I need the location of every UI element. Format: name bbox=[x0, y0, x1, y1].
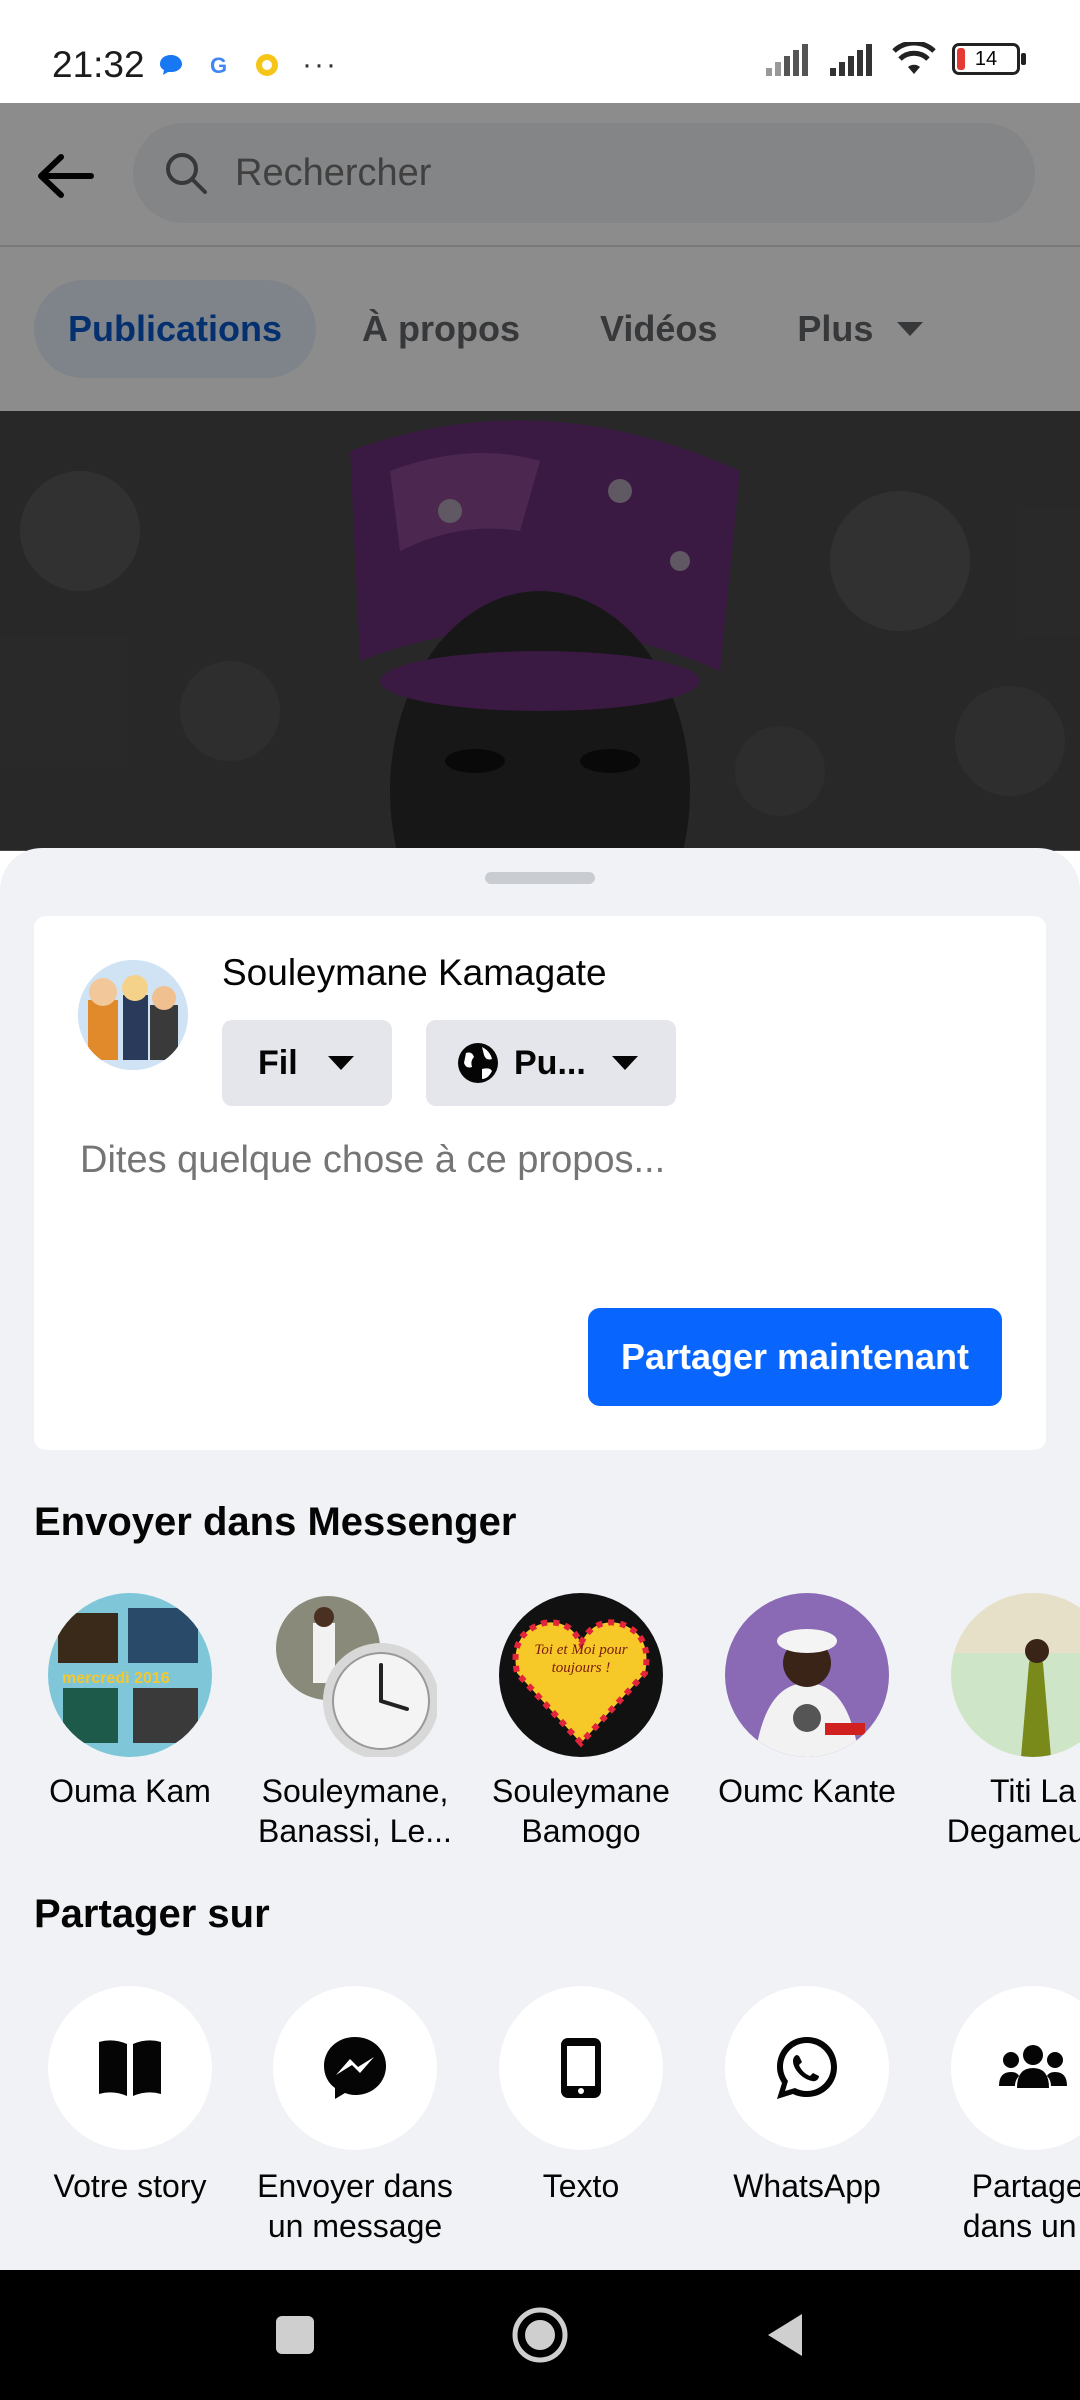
contact-name: Titi La Degameuse bbox=[923, 1771, 1080, 1851]
share-label: Texto bbox=[542, 2168, 620, 2204]
share-group[interactable]: Partager dans un g bbox=[913, 1986, 1080, 2246]
status-bar: 21:32 G ··· 14 bbox=[0, 0, 1080, 103]
home-button[interactable] bbox=[510, 2305, 570, 2365]
signal-icon bbox=[766, 44, 808, 76]
system-navigation-bar bbox=[0, 2270, 1080, 2400]
signal-icon bbox=[830, 44, 872, 76]
contact-item[interactable]: Souleymane, Banassi, Le... bbox=[245, 1593, 465, 1851]
share-composer: Souleymane Kamagate Fil Pu... Partager m… bbox=[34, 916, 1046, 1450]
messenger-bubble-icon bbox=[160, 55, 182, 75]
destination-selector[interactable]: Fil bbox=[222, 1020, 392, 1106]
share-targets-row: Votre story Envoyer dans un message Text… bbox=[0, 1986, 1080, 2246]
home-circle-icon bbox=[512, 2307, 568, 2363]
share-on-section-title: Partager sur bbox=[34, 1892, 270, 1936]
caret-down-icon bbox=[327, 1056, 354, 1070]
share-label: WhatsApp bbox=[733, 2168, 881, 2204]
contact-name: Oumc Kante bbox=[718, 1773, 896, 1809]
audience-label: Pu... bbox=[514, 1043, 586, 1082]
contact-item[interactable]: mercredi 2016 Ouma Kam bbox=[20, 1593, 240, 1811]
drag-handle[interactable] bbox=[485, 872, 595, 884]
whatsapp-icon bbox=[777, 2037, 837, 2099]
google-icon: G bbox=[210, 53, 227, 78]
contact-name-line1: Souleymane, bbox=[261, 1773, 449, 1809]
square-icon bbox=[276, 2316, 314, 2354]
share-label: Votre story bbox=[53, 2168, 207, 2204]
book-icon bbox=[99, 2040, 161, 2096]
messenger-contacts-row: mercredi 2016 Ouma Kam Souleymane, Banas… bbox=[0, 1593, 1080, 1853]
contact-avatar: Toi et Moi pour toujours ! bbox=[499, 1593, 663, 1757]
contact-avatar bbox=[951, 1593, 1080, 1757]
triangle-back-icon bbox=[768, 2314, 802, 2356]
status-time: 21:32 bbox=[52, 44, 145, 85]
user-name: Souleymane Kamagate bbox=[222, 952, 607, 993]
contact-name: Souleymane Bamogo bbox=[471, 1771, 691, 1851]
back-nav-button[interactable] bbox=[760, 2310, 810, 2360]
collage-text: mercredi 2016 bbox=[62, 1670, 170, 1687]
globe-icon bbox=[458, 1043, 498, 1083]
contact-name: Ouma Kam bbox=[49, 1773, 211, 1809]
group-avatar bbox=[273, 1593, 439, 1759]
dim-overlay[interactable] bbox=[0, 103, 1080, 850]
contact-name-line2: Degameuse bbox=[946, 1813, 1080, 1849]
battery-icon: 14 bbox=[952, 43, 1026, 75]
share-whatsapp[interactable]: WhatsApp bbox=[687, 1986, 927, 2206]
share-messenger-message[interactable]: Envoyer dans un message bbox=[235, 1986, 475, 2246]
share-story[interactable]: Votre story bbox=[10, 1986, 250, 2206]
contact-item[interactable]: Titi La Degameuse bbox=[923, 1593, 1080, 1851]
more-dots-icon: ··· bbox=[302, 48, 338, 81]
audience-selector[interactable]: Pu... bbox=[426, 1020, 676, 1106]
avatar bbox=[78, 960, 188, 1070]
share-sms[interactable]: Texto bbox=[461, 1986, 701, 2206]
contact-item[interactable]: Oumc Kante bbox=[697, 1593, 917, 1811]
messenger-section-title: Envoyer dans Messenger bbox=[34, 1500, 517, 1544]
coin-icon bbox=[256, 54, 278, 76]
contact-name-line2: Banassi, Le... bbox=[258, 1813, 452, 1849]
wifi-icon bbox=[892, 42, 936, 74]
contact-item[interactable]: Toi et Moi pour toujours ! Souleymane Ba… bbox=[471, 1593, 691, 1851]
share-label-line1: Envoyer dans bbox=[257, 2168, 453, 2204]
group-icon bbox=[999, 2045, 1067, 2088]
share-now-button[interactable]: Partager maintenant bbox=[588, 1308, 1002, 1406]
phone-icon bbox=[561, 2038, 601, 2098]
contact-name-line2: Bamogo bbox=[521, 1813, 641, 1849]
status-notification-icons: G ··· bbox=[158, 48, 338, 82]
caret-down-icon bbox=[611, 1056, 638, 1070]
share-label: Partager dans un g bbox=[913, 2166, 1080, 2246]
contact-avatar bbox=[725, 1593, 889, 1757]
share-label-line2: dans un g bbox=[962, 2208, 1080, 2244]
post-text-input[interactable] bbox=[78, 1138, 1002, 1183]
contact-name-line1: Titi La bbox=[990, 1773, 1076, 1809]
share-label: Envoyer dans un message bbox=[235, 2166, 475, 2246]
status-system-icons: 14 bbox=[764, 42, 1026, 76]
destination-label: Fil bbox=[258, 1043, 298, 1082]
contact-name: Souleymane, Banassi, Le... bbox=[245, 1771, 465, 1851]
svg-text:G: G bbox=[210, 53, 227, 78]
share-label-line2: un message bbox=[267, 2208, 443, 2244]
heart-text: Toi et Moi pour toujours ! bbox=[534, 1642, 628, 1676]
battery-level: 14 bbox=[974, 48, 998, 70]
share-label-line1: Partager bbox=[971, 2168, 1080, 2204]
recents-button[interactable] bbox=[270, 2310, 320, 2360]
contact-avatar: mercredi 2016 bbox=[48, 1593, 212, 1757]
share-sheet: Souleymane Kamagate Fil Pu... Partager m… bbox=[0, 848, 1080, 2270]
contact-name-line1: Souleymane bbox=[492, 1773, 670, 1809]
messenger-icon bbox=[324, 2037, 386, 2099]
